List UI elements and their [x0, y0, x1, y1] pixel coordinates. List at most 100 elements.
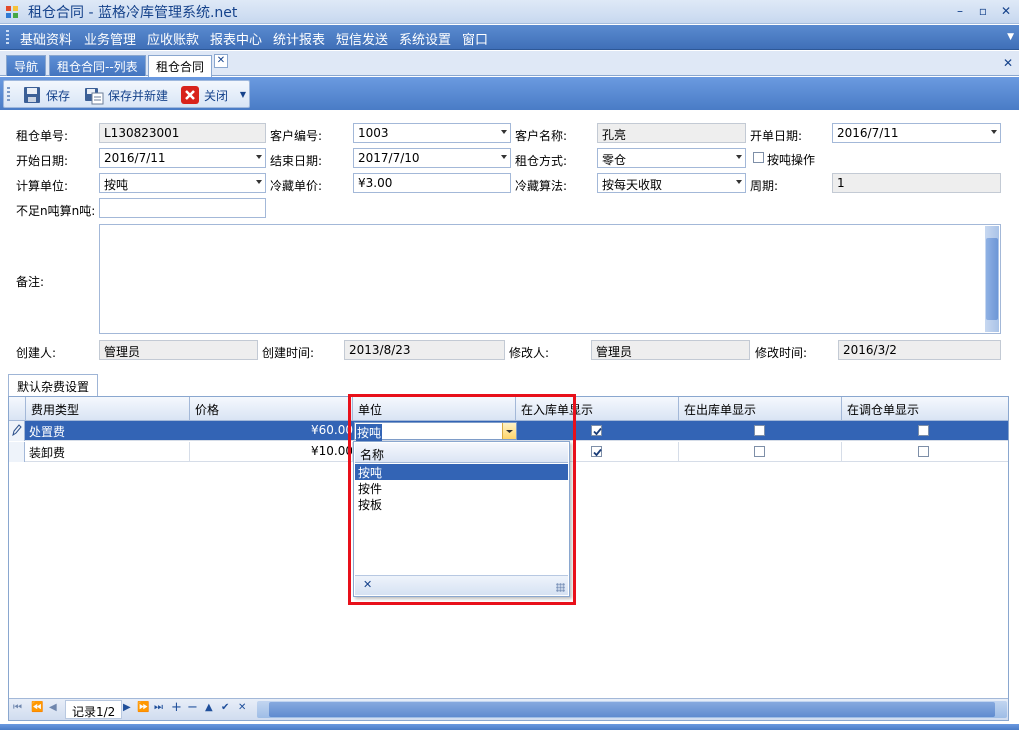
- menu-basic-data[interactable]: 基础资料: [20, 29, 72, 48]
- end-date-picker[interactable]: 2017/7/10: [353, 148, 511, 168]
- min-ton-label: 不足n吨算n吨:: [16, 204, 96, 218]
- menu-receivables[interactable]: 应收账款: [147, 29, 199, 48]
- customer-name-field: 孔亮: [597, 123, 746, 143]
- last-page-icon[interactable]: ⏭: [154, 702, 163, 713]
- col-price[interactable]: 价格: [195, 401, 219, 418]
- chevron-down-icon[interactable]: [256, 180, 262, 184]
- close-window-button[interactable]: ✕: [996, 3, 1016, 19]
- cell-price[interactable]: ¥60.00: [311, 423, 353, 437]
- start-date-picker[interactable]: 2016/7/11: [99, 148, 266, 168]
- col-show-transfer[interactable]: 在调仓单显示: [847, 401, 919, 418]
- first-page-icon[interactable]: ⏮: [13, 702, 22, 713]
- popup-item-by-ton[interactable]: 按吨: [355, 464, 568, 480]
- menu-window[interactable]: 窗口: [462, 29, 488, 48]
- menu-business[interactable]: 业务管理: [84, 29, 136, 48]
- cell-fee-type[interactable]: 处置费: [29, 423, 65, 440]
- menu-grip-icon: [6, 30, 9, 45]
- tab-navigation[interactable]: 导航: [6, 55, 47, 76]
- tab-contract[interactable]: 租仓合同: [148, 55, 213, 77]
- popup-item-by-piece[interactable]: 按件: [355, 480, 568, 496]
- min-ton-input[interactable]: [99, 198, 266, 218]
- order-date-picker[interactable]: 2016/7/11: [832, 123, 1001, 143]
- prev-record-icon[interactable]: ◀: [49, 702, 57, 713]
- modify-time-field: 2016/3/2: [838, 340, 1001, 360]
- toolbar-group: 保存 保存并新建 关闭 ▼: [3, 80, 250, 108]
- chevron-down-icon[interactable]: [736, 180, 742, 184]
- toolbar-dropdown-icon[interactable]: ▼: [240, 90, 246, 99]
- rent-mode-combo[interactable]: 零仓: [597, 148, 746, 168]
- menu-settings[interactable]: 系统设置: [399, 29, 451, 48]
- minimize-button[interactable]: –: [950, 3, 970, 19]
- modify-time-label: 修改时间:: [755, 346, 808, 360]
- customer-code-label: 客户编号:: [270, 129, 323, 143]
- clear-icon[interactable]: ✕: [363, 578, 372, 591]
- table-row[interactable]: 处置费 ¥60.00 按吨: [9, 421, 1008, 441]
- cold-price-input[interactable]: ¥3.00: [353, 173, 511, 193]
- tab-default-fees[interactable]: 默认杂费设置: [8, 374, 99, 396]
- menu-overflow-icon[interactable]: ▼: [1007, 32, 1014, 42]
- chevron-down-icon[interactable]: [501, 155, 507, 159]
- tab-close-icon[interactable]: ✕: [214, 54, 228, 68]
- prev-page-icon[interactable]: ⏪: [31, 702, 43, 713]
- show-in-checkbox[interactable]: [591, 425, 602, 436]
- end-date-value: 2017/7/10: [358, 151, 420, 165]
- scrollbar-thumb[interactable]: [269, 702, 995, 717]
- show-out-checkbox[interactable]: [754, 446, 765, 457]
- order-date-label: 开单日期:: [750, 129, 803, 143]
- modifier-label: 修改人:: [509, 346, 550, 360]
- save-new-icon: [85, 88, 104, 105]
- scrollbar-thumb[interactable]: [986, 238, 998, 320]
- close-all-tabs-icon[interactable]: ✕: [1003, 56, 1013, 70]
- delete-record-icon[interactable]: −: [187, 700, 198, 715]
- edit-record-icon[interactable]: ▲: [205, 702, 213, 713]
- chevron-down-icon[interactable]: [736, 155, 742, 159]
- unit-editor[interactable]: 按吨: [354, 422, 517, 441]
- chevron-down-icon[interactable]: [256, 155, 262, 159]
- cold-price-label: 冷藏单价:: [270, 179, 323, 193]
- popup-item-by-pallet[interactable]: 按板: [355, 496, 568, 512]
- cold-method-label: 冷藏算法:: [515, 179, 568, 193]
- grid-horizontal-scrollbar[interactable]: [257, 701, 1007, 718]
- end-date-label: 结束日期:: [270, 154, 323, 168]
- creator-field: 管理员: [99, 340, 258, 360]
- cold-method-combo[interactable]: 按每天收取: [597, 173, 746, 193]
- col-fee-type[interactable]: 费用类型: [31, 401, 79, 418]
- show-out-checkbox[interactable]: [754, 425, 765, 436]
- add-record-icon[interactable]: +: [171, 700, 182, 715]
- resize-grip-icon[interactable]: [556, 583, 565, 592]
- cancel-icon[interactable]: ✕: [238, 702, 246, 713]
- confirm-icon[interactable]: ✔: [221, 702, 229, 713]
- column-separator: [25, 397, 26, 421]
- col-show-out[interactable]: 在出库单显示: [684, 401, 756, 418]
- tab-contract-list[interactable]: 租仓合同--列表: [49, 55, 146, 76]
- unit-dropdown-button[interactable]: [502, 423, 516, 439]
- col-unit[interactable]: 单位: [358, 401, 382, 418]
- calc-unit-combo[interactable]: 按吨: [99, 173, 266, 193]
- show-in-checkbox[interactable]: [591, 446, 602, 457]
- remark-textarea[interactable]: [99, 224, 1001, 334]
- menu-sms[interactable]: 短信发送: [336, 29, 388, 48]
- column-separator: [515, 397, 516, 421]
- next-record-icon[interactable]: ▶: [123, 702, 131, 713]
- cell-price[interactable]: ¥10.00: [311, 444, 353, 458]
- cell-fee-type[interactable]: 装卸费: [29, 444, 65, 461]
- show-transfer-checkbox[interactable]: [918, 446, 929, 457]
- save-and-new-button[interactable]: 保存并新建: [84, 84, 168, 106]
- next-page-icon[interactable]: ⏩: [137, 702, 149, 713]
- show-transfer-checkbox[interactable]: [918, 425, 929, 436]
- remark-scrollbar[interactable]: [985, 226, 999, 332]
- menu-reports[interactable]: 报表中心: [210, 29, 262, 48]
- app-icon: [6, 6, 18, 18]
- close-button[interactable]: 关闭: [180, 84, 228, 106]
- column-separator: [678, 397, 679, 421]
- maximize-button[interactable]: ▫: [973, 3, 993, 19]
- by-ton-checkbox[interactable]: [753, 152, 764, 163]
- chevron-down-icon[interactable]: [991, 130, 997, 134]
- rent-mode-label: 租仓方式:: [515, 154, 568, 168]
- by-ton-label: 按吨操作: [767, 153, 816, 167]
- customer-code-combo[interactable]: 1003: [353, 123, 511, 143]
- menu-statistics[interactable]: 统计报表: [273, 29, 325, 48]
- chevron-down-icon[interactable]: [501, 130, 507, 134]
- save-button[interactable]: 保存: [22, 84, 70, 106]
- col-show-in[interactable]: 在入库单显示: [521, 401, 593, 418]
